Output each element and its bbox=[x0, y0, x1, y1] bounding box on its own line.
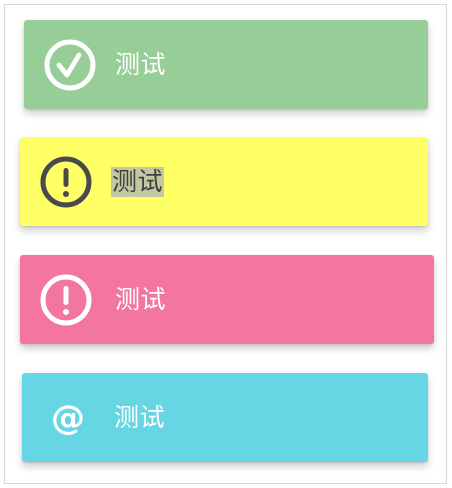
error-alert: 测试 bbox=[20, 255, 434, 344]
warning-alert: 测试 bbox=[20, 137, 428, 226]
svg-text:@: @ bbox=[51, 398, 85, 438]
success-alert: 测试 bbox=[24, 20, 428, 109]
exclamation-circle-icon bbox=[39, 273, 93, 327]
success-alert-text: 测试 bbox=[115, 49, 167, 79]
warning-alert-text: 测试 bbox=[111, 166, 165, 197]
info-alert: @ 测试 bbox=[22, 373, 428, 462]
error-alert-text: 测试 bbox=[115, 284, 167, 314]
check-circle-icon bbox=[43, 38, 97, 92]
info-alert-text: 测试 bbox=[114, 402, 166, 432]
exclamation-circle-icon bbox=[39, 155, 93, 209]
at-sign-icon: @ bbox=[41, 391, 95, 445]
